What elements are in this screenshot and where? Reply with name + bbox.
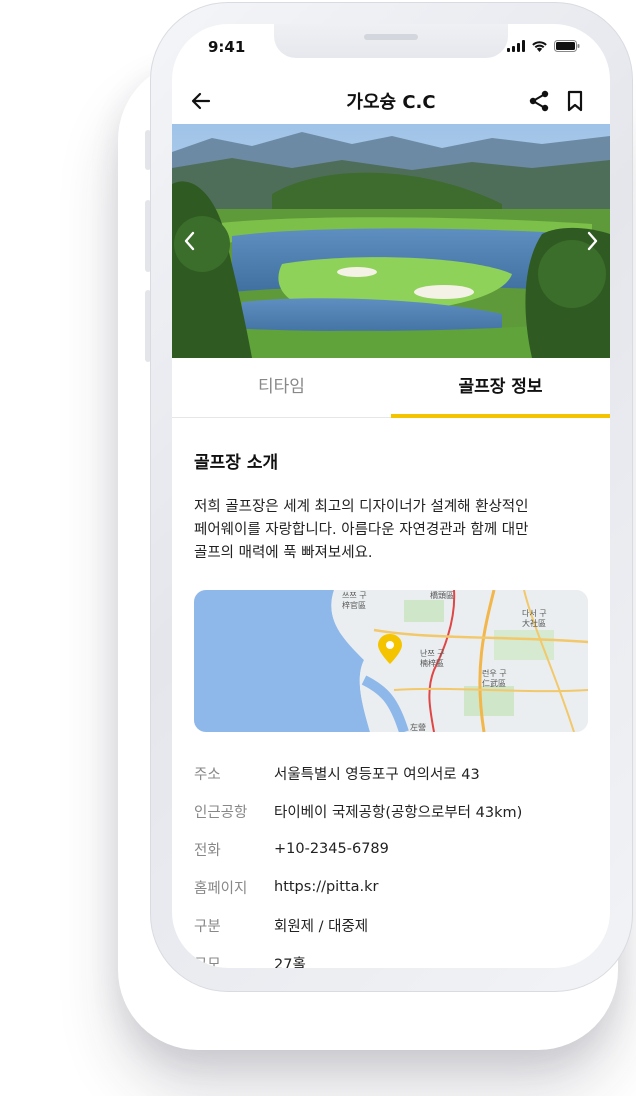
carousel-prev-button[interactable] — [178, 226, 202, 256]
chevron-left-icon — [184, 231, 195, 251]
intro-text: 저희 골프장은 세계 최고의 디자이너가 설계해 환상적인 페어웨이를 자랑합니… — [194, 499, 529, 561]
info-value: 27홀 — [274, 956, 306, 969]
tab-teetime[interactable]: 티타임 — [172, 358, 391, 418]
map-label: 楠梓區 — [420, 658, 444, 668]
tab-course-info[interactable]: 골프장 정보 — [391, 358, 610, 418]
status-icons — [507, 40, 580, 52]
bookmark-icon — [567, 90, 583, 112]
info-row-homepage: 홈페이지 https://pitta.kr — [194, 868, 594, 906]
chevron-right-icon — [587, 231, 598, 251]
location-map[interactable]: 쓰쯔 구 梓官區 橋頭區 난쯔 구 楠梓區 다서 구 大社區 런우 구 仁武區 … — [194, 590, 588, 732]
speaker — [364, 34, 418, 40]
course-info-list: 주소 서울특별시 영등포구 여의서로 43 인근공항 타이베이 국제공항(공항으… — [194, 754, 594, 969]
wifi-icon — [531, 40, 548, 52]
info-value: 회원제 / 대중제 — [274, 918, 369, 935]
phone-screen: 9:41 가오슝 C.C 티타임 골프장 정보 골프장 소개 저희 골프장은 세… — [172, 24, 610, 968]
map-label: 仁武區 — [482, 678, 506, 688]
map-label: 大社區 — [522, 618, 546, 628]
info-value: 서울특별시 영등포구 여의서로 43 — [274, 766, 480, 783]
bookmark-button[interactable] — [562, 88, 588, 114]
carousel-next-button[interactable] — [580, 226, 604, 256]
info-row-address: 주소 서울특별시 영등포구 여의서로 43 — [194, 754, 594, 792]
battery-icon — [554, 40, 580, 52]
info-row-size: 규모 27홀 — [194, 944, 594, 969]
homepage-link[interactable]: https://pitta.kr — [274, 879, 378, 895]
map-label: 左營 — [410, 722, 426, 732]
map-label: 梓官區 — [342, 600, 366, 610]
info-label: 전화 — [194, 842, 221, 859]
info-row-airport: 인근공항 타이베이 국제공항(공항으로부터 43km) — [194, 792, 594, 830]
tab-bar: 티타임 골프장 정보 — [172, 358, 610, 418]
golf-course-image — [172, 124, 610, 358]
phone-link[interactable]: +10-2345-6789 — [274, 841, 389, 857]
info-label: 인근공항 — [194, 804, 248, 821]
intro-title: 골프장 소개 — [194, 453, 279, 473]
info-label: 주소 — [194, 766, 221, 783]
info-label: 구분 — [194, 918, 221, 935]
map-label: 런우 구 — [482, 668, 507, 678]
map-label: 다서 구 — [522, 609, 547, 618]
info-row-type: 구분 회원제 / 대중제 — [194, 906, 594, 944]
map-label: 난쯔 구 — [420, 649, 445, 658]
info-row-phone: 전화 +10-2345-6789 — [194, 830, 594, 868]
signal-icon — [507, 40, 525, 52]
info-label: 홈페이지 — [194, 880, 248, 897]
info-label: 규모 — [194, 956, 221, 969]
app-header: 가오슝 C.C — [172, 80, 610, 124]
share-icon — [529, 90, 549, 112]
status-time: 9:41 — [208, 38, 246, 56]
info-value: 타이베이 국제공항(공항으로부터 43km) — [274, 804, 523, 821]
active-tab-indicator — [391, 414, 610, 418]
map-label: 쓰쯔 구 — [342, 591, 367, 600]
notch — [274, 24, 508, 58]
map-label: 橋頭區 — [430, 590, 454, 600]
share-button[interactable] — [526, 88, 552, 114]
